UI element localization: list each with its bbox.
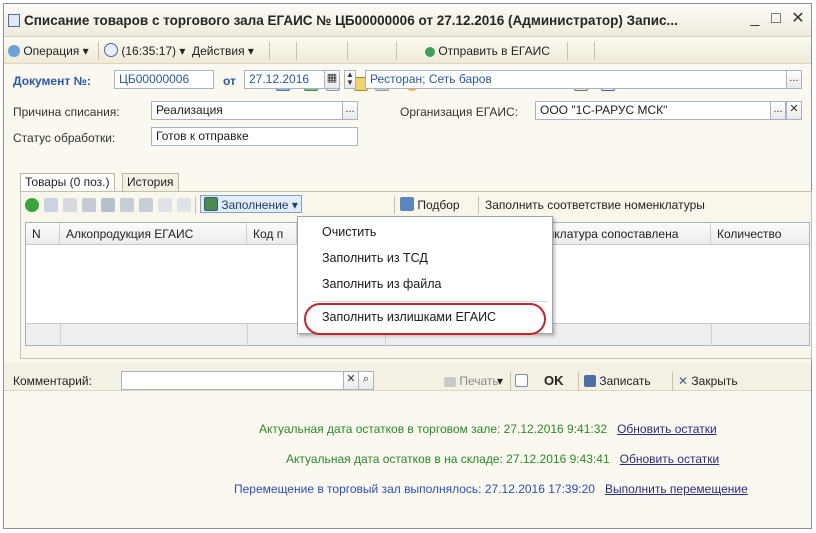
minimize-button[interactable]: _ [746,10,764,28]
operation-icon [8,45,20,57]
org-field[interactable]: ООО "1С-РАРУС МСК" [535,101,786,120]
printer-icon [444,377,456,387]
edit-row-icon[interactable] [63,198,77,212]
col-quantity[interactable]: Количество [711,223,809,245]
col-alcoproduct[interactable]: Алкопродукция ЕГАИС [60,223,247,245]
add-row-icon[interactable] [25,198,39,212]
document-icon [8,14,20,27]
send-icon [425,47,435,57]
actions-menu[interactable]: Действия ▾ [192,42,254,60]
move-down-icon[interactable] [139,198,153,212]
time-menu[interactable]: (16:35:17) ▾ [104,42,185,60]
comment-field[interactable] [121,371,359,390]
menu-item-clear[interactable]: Очистить [322,225,376,239]
main-toolbar: Операция ▾ (16:35:17) ▾ Действия ▾ ? Отп… [4,38,811,91]
date-from-label: от [223,74,236,88]
document-window: Списание товаров с торгового зала ЕГАИС … [3,3,812,529]
menu-item-fill-from-file[interactable]: Заполнить из файла [322,277,442,291]
refresh-warehouse-stock-link[interactable]: Обновить остатки [620,452,720,466]
print-dropdown-icon[interactable]: ▾ [497,372,503,390]
title-bar: Списание товаров с торгового зала ЕГАИС … [4,4,811,37]
doc-number-label: Документ №: [13,74,91,88]
menu-item-fill-from-tsd[interactable]: Заполнить из ТСД [322,251,428,265]
send-egais-button[interactable]: Отправить в ЕГАИС [425,42,550,60]
window-title: Списание товаров с торгового зала ЕГАИС … [24,13,678,28]
ok-button[interactable]: OK [544,372,564,390]
reason-label: Причина списания: [13,105,120,119]
status-field: Готов к отправке [151,127,358,146]
reason-select-button[interactable]: ... [342,101,358,120]
date-spin-button[interactable]: ▲ ▼ [344,70,356,89]
col-n[interactable]: N [26,223,60,245]
print-button[interactable]: Печать [444,372,499,390]
highlight-annotation [304,303,546,335]
maximize-button[interactable]: □ [767,10,785,28]
sort-asc-icon[interactable] [158,198,172,212]
close-button[interactable]: ✕ [789,10,807,28]
post-close-icon[interactable] [515,372,528,390]
end-edit-icon[interactable] [101,198,115,212]
delete-row-icon[interactable] [82,198,96,212]
transfer-date: Перемещение в торговый зал выполнялось: … [234,482,595,496]
info-line-hall: Актуальная дата остатков в торговом зале… [259,422,717,436]
tab-history[interactable]: История [122,173,179,191]
pick-icon [400,197,414,211]
store-field[interactable]: Ресторан; Сеть баров [365,70,802,89]
org-label: Организация ЕГАИС: [400,105,519,119]
hall-stock-date: Актуальная дата остатков в торговом зале… [259,422,608,436]
close-form-button[interactable]: ✕ Закрыть [678,372,738,390]
pick-button[interactable]: Подбор [400,196,460,214]
col-code[interactable]: Код п [247,223,297,245]
org-select-button[interactable]: ... [770,101,786,120]
tab-goods[interactable]: Товары (0 поз.) [20,173,115,192]
org-clear-button[interactable]: ✕ [786,101,802,120]
col-nomenclature-matched[interactable]: енклатура сопоставлена [535,223,711,245]
save-button[interactable]: Записать [584,372,651,390]
fill-icon [204,197,218,211]
copy-row-icon[interactable] [44,198,58,212]
status-label: Статус обработки: [13,131,116,145]
info-line-transfer: Перемещение в торговый зал выполнялось: … [234,482,748,496]
doc-number-field[interactable]: ЦБ00000006 [114,70,214,89]
close-x-icon: ✕ [678,374,689,388]
clock-icon [104,43,118,57]
comment-clear-button[interactable]: ✕ [343,371,359,390]
store-select-button[interactable]: ... [786,70,802,89]
move-up-icon[interactable] [120,198,134,212]
calendar-button[interactable]: ▦ [324,70,340,89]
sort-desc-icon[interactable] [177,198,191,212]
comment-search-button[interactable]: ⌕ [358,371,374,390]
perform-transfer-link[interactable]: Выполнить перемещение [605,482,748,496]
fill-match-button[interactable]: Заполнить соответствие номенклатуры [485,196,705,214]
reason-field[interactable]: Реализация [151,101,358,120]
refresh-hall-stock-link[interactable]: Обновить остатки [617,422,717,436]
operation-menu[interactable]: Операция ▾ [8,42,89,60]
comment-label: Комментарий: [13,374,92,388]
save-icon [584,375,596,387]
fill-menu-button[interactable]: Заполнение ▾ [200,195,302,213]
info-line-warehouse: Актуальная дата остатков в на складе: 27… [286,452,719,466]
warehouse-stock-date: Актуальная дата остатков в на складе: 27… [286,452,610,466]
